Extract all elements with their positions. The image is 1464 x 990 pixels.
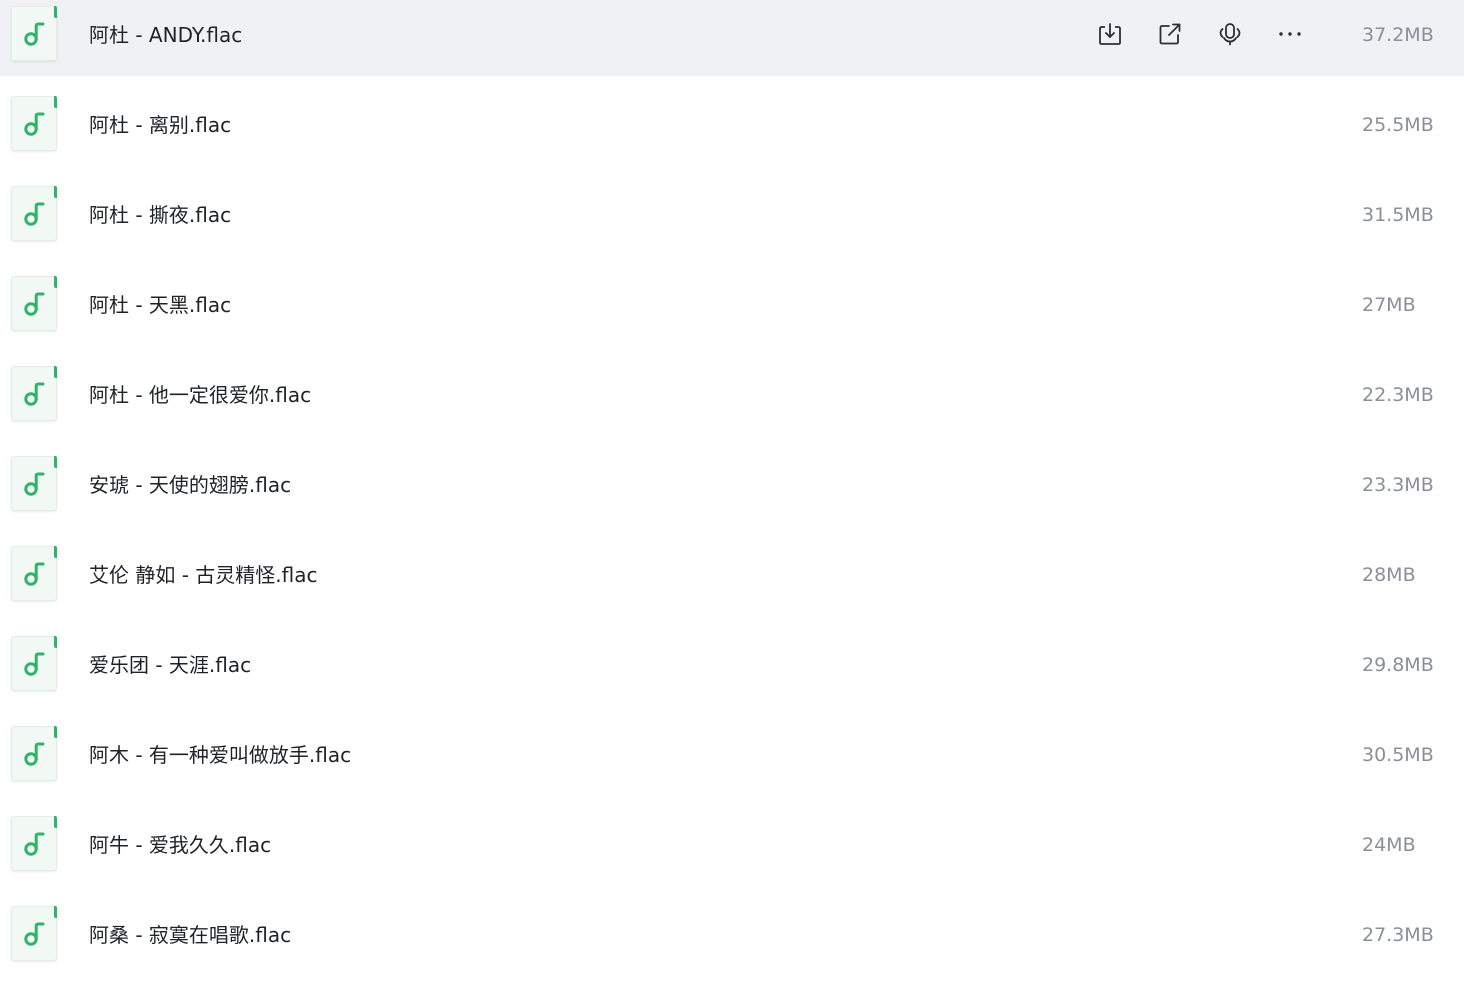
music-note-icon	[24, 292, 45, 316]
audio-play-icon	[1219, 23, 1241, 46]
file-size: 30.5MB	[1362, 744, 1434, 766]
audio-file-thumbnail	[11, 6, 57, 61]
audio-play-button[interactable]	[1214, 18, 1246, 50]
music-note-icon	[24, 742, 45, 766]
file-corner-marker	[54, 726, 57, 738]
file-name[interactable]: 阿牛 - 爱我久久.flac	[89, 832, 271, 858]
download-button[interactable]	[1094, 18, 1126, 50]
file-row[interactable]: 阿杜 - 天黑.flac 27MB	[0, 270, 1464, 360]
file-size: 37.2MB	[1362, 24, 1434, 46]
file-name[interactable]: 安琥 - 天使的翅膀.flac	[89, 472, 291, 498]
file-size: 22.3MB	[1362, 384, 1434, 406]
audio-file-thumbnail	[11, 456, 57, 511]
file-size: 23.3MB	[1362, 474, 1434, 496]
music-note-icon	[24, 22, 45, 46]
audio-file-thumbnail	[11, 816, 57, 871]
music-note-icon	[24, 832, 45, 856]
audio-file-thumbnail	[11, 276, 57, 331]
file-corner-marker	[54, 906, 57, 918]
file-row[interactable]: 爱乐团 - 天涯.flac 29.8MB	[0, 630, 1464, 720]
row-actions	[1094, 18, 1306, 50]
file-row[interactable]: 阿杜 - ANDY.flac 37.2MB	[0, 0, 1464, 76]
file-corner-marker	[54, 276, 57, 288]
file-name[interactable]: 阿杜 - 撕夜.flac	[89, 202, 231, 228]
file-corner-marker	[54, 546, 57, 558]
file-row[interactable]: 艾伦 静如 - 古灵精怪.flac 28MB	[0, 540, 1464, 630]
share-button[interactable]	[1154, 18, 1186, 50]
audio-file-thumbnail	[11, 636, 57, 691]
file-corner-marker	[54, 6, 57, 18]
audio-file-thumbnail	[11, 546, 57, 601]
file-row[interactable]: 阿杜 - 他一定很爱你.flac 22.3MB	[0, 360, 1464, 450]
file-name[interactable]: 艾伦 静如 - 古灵精怪.flac	[89, 562, 318, 588]
file-corner-marker	[54, 96, 57, 108]
file-row[interactable]: 安琥 - 天使的翅膀.flac 23.3MB	[0, 450, 1464, 540]
download-icon	[1099, 23, 1121, 45]
audio-file-thumbnail	[11, 186, 57, 241]
music-note-icon	[24, 382, 45, 406]
file-size: 28MB	[1362, 564, 1416, 586]
music-note-icon	[24, 922, 45, 946]
music-note-icon	[24, 472, 45, 496]
file-corner-marker	[54, 366, 57, 378]
file-row[interactable]: 阿木 - 有一种爱叫做放手.flac 30.5MB	[0, 720, 1464, 810]
file-size: 24MB	[1362, 834, 1416, 856]
file-size: 29.8MB	[1362, 654, 1434, 676]
file-corner-marker	[54, 816, 57, 828]
file-corner-marker	[54, 636, 57, 648]
file-name[interactable]: 阿杜 - 他一定很爱你.flac	[89, 382, 311, 408]
file-name[interactable]: 爱乐团 - 天涯.flac	[89, 652, 251, 678]
audio-file-thumbnail	[11, 906, 57, 961]
more-icon	[1279, 32, 1301, 36]
file-name[interactable]: 阿杜 - 天黑.flac	[89, 292, 231, 318]
audio-file-thumbnail	[11, 96, 57, 151]
music-note-icon	[24, 562, 45, 586]
share-icon	[1159, 23, 1181, 45]
audio-file-thumbnail	[11, 726, 57, 781]
file-corner-marker	[54, 456, 57, 468]
more-button[interactable]	[1274, 18, 1306, 50]
file-row[interactable]: 阿杜 - 离别.flac 25.5MB	[0, 90, 1464, 180]
file-name[interactable]: 阿杜 - ANDY.flac	[89, 22, 242, 48]
file-corner-marker	[54, 186, 57, 198]
file-name[interactable]: 阿木 - 有一种爱叫做放手.flac	[89, 742, 351, 768]
file-row[interactable]: 阿桑 - 寂寞在唱歌.flac 27.3MB	[0, 900, 1464, 990]
file-name[interactable]: 阿桑 - 寂寞在唱歌.flac	[89, 922, 291, 948]
file-size: 27MB	[1362, 294, 1416, 316]
file-name[interactable]: 阿杜 - 离别.flac	[89, 112, 231, 138]
file-row[interactable]: 阿牛 - 爱我久久.flac 24MB	[0, 810, 1464, 900]
file-size: 27.3MB	[1362, 924, 1434, 946]
file-size: 31.5MB	[1362, 204, 1434, 226]
audio-file-thumbnail	[11, 366, 57, 421]
music-note-icon	[24, 652, 45, 676]
file-list: 阿杜 - ANDY.flac 37.2MB 阿杜 - 离别.flac 25.5M…	[0, 0, 1464, 982]
file-row[interactable]: 阿杜 - 撕夜.flac 31.5MB	[0, 180, 1464, 270]
music-note-icon	[24, 112, 45, 136]
file-size: 25.5MB	[1362, 114, 1434, 136]
music-note-icon	[24, 202, 45, 226]
